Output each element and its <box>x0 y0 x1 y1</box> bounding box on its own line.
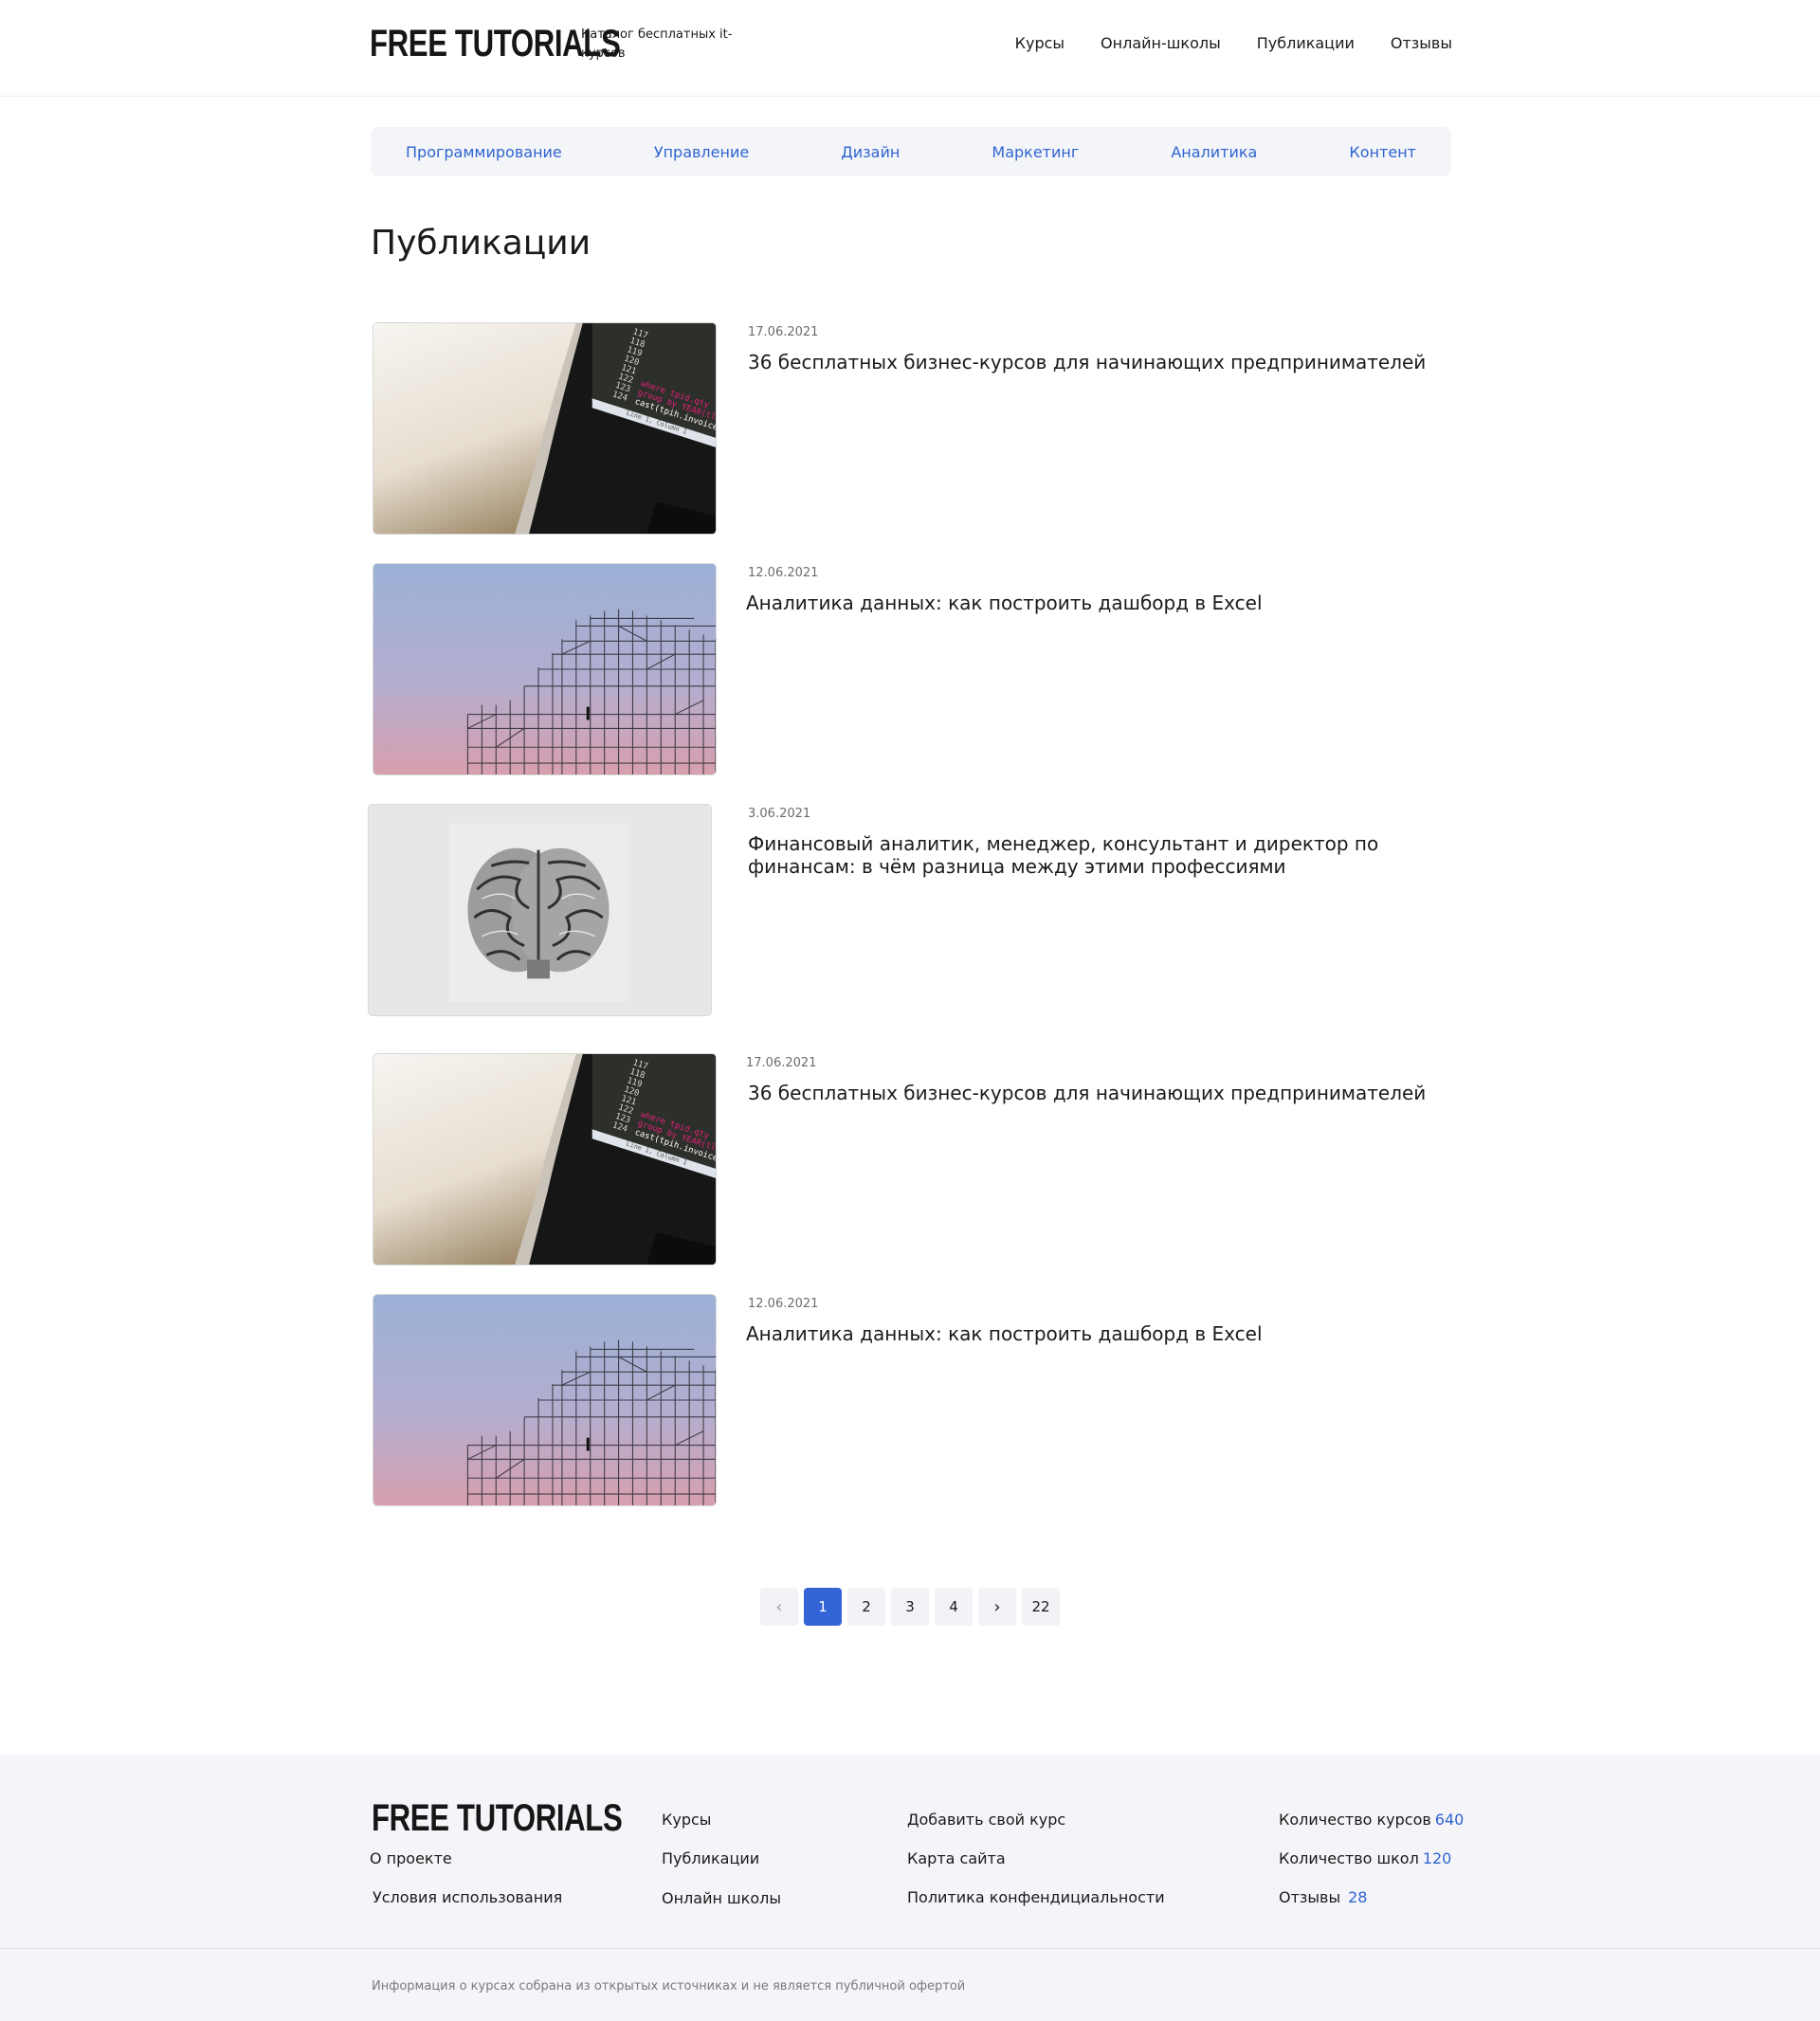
article-thumbnail-scaffolding[interactable] <box>373 563 717 775</box>
stat-label: Количество школ <box>1279 1849 1419 1867</box>
article-title[interactable]: Аналитика данных: как построить дашборд … <box>746 592 1429 614</box>
article-date: 12.06.2021 <box>748 1297 819 1311</box>
site-footer: FREE TUTORIALS О проекте Условия использ… <box>0 1755 1820 2021</box>
article-item: 117 118 119 120 121 122 123 124 where tp… <box>371 1053 1451 1267</box>
page-button-1[interactable]: 1 <box>804 1588 842 1626</box>
site-tagline: Каталог бесплатных it-курсов <box>581 27 733 61</box>
article-thumbnail-scaffolding[interactable] <box>373 1294 717 1506</box>
nav-publications[interactable]: Публикации <box>1257 34 1355 52</box>
article-thumbnail-brain[interactable] <box>368 804 712 1016</box>
chevron-left-icon[interactable]: ‹ <box>760 1588 798 1626</box>
footer-link-sitemap[interactable]: Карта сайта <box>907 1849 1006 1867</box>
article-title[interactable]: Аналитика данных: как построить дашборд … <box>746 1322 1429 1345</box>
category-bar: Программирование Управление Дизайн Марке… <box>371 127 1451 176</box>
page-button-last[interactable]: 22 <box>1022 1588 1060 1626</box>
article-item: 117 118 119 120 121 122 123 124 where tp… <box>371 322 1451 537</box>
pagination: ‹ 1 2 3 4 › 22 <box>760 1588 1060 1626</box>
site-header: FREE TUTORIALS Каталог бесплатных it-кур… <box>0 0 1820 97</box>
stat-schools-count: Количество школ 120 <box>1279 1849 1451 1867</box>
article-thumbnail-laptop-code[interactable]: 117 118 119 120 121 122 123 124 where tp… <box>373 322 717 535</box>
nav-courses[interactable]: Курсы <box>1015 34 1065 52</box>
category-management[interactable]: Управление <box>654 143 749 161</box>
footer-link-online-schools[interactable]: Онлайн школы <box>662 1889 781 1907</box>
footer-link-about[interactable]: О проекте <box>370 1849 452 1867</box>
footer-link-privacy[interactable]: Политика конфендициальности <box>907 1888 1165 1906</box>
article-item: 3.06.2021 Финансовый аналитик, менеджер,… <box>368 804 1451 1018</box>
footer-disclaimer: Информация о курсах собрана из открытых … <box>372 1979 966 1994</box>
article-title[interactable]: 36 бесплатных бизнес-курсов для начинающ… <box>748 351 1430 373</box>
stat-value: 120 <box>1422 1849 1452 1867</box>
category-analytics[interactable]: Аналитика <box>1171 143 1257 161</box>
chevron-right-icon[interactable]: › <box>978 1588 1016 1626</box>
article-item: 12.06.2021 Аналитика данных: как построи… <box>371 1294 1451 1508</box>
category-design[interactable]: Дизайн <box>841 143 900 161</box>
footer-divider <box>0 1948 1820 1949</box>
top-nav: Курсы Онлайн-школы Публикации Отзывы <box>1015 34 1452 52</box>
page-button-4[interactable]: 4 <box>935 1588 973 1626</box>
article-date: 3.06.2021 <box>748 807 811 821</box>
page-button-3[interactable]: 3 <box>891 1588 929 1626</box>
footer-link-add-course[interactable]: Добавить свой курс <box>907 1811 1065 1829</box>
category-programming[interactable]: Программирование <box>406 143 562 161</box>
nav-reviews[interactable]: Отзывы <box>1391 34 1452 52</box>
article-title[interactable]: Финансовый аналитик, менеджер, консульта… <box>748 832 1430 878</box>
stat-label: Отзывы <box>1279 1888 1341 1906</box>
stat-reviews-count[interactable]: Отзывы 28 <box>1279 1888 1367 1906</box>
article-thumbnail-laptop-code[interactable]: 117 118 119 120 121 122 123 124 where tp… <box>373 1053 717 1265</box>
article-date: 17.06.2021 <box>748 325 819 339</box>
article-title[interactable]: 36 бесплатных бизнес-курсов для начинающ… <box>748 1082 1430 1104</box>
stat-courses-count: Количество курсов 640 <box>1279 1811 1464 1829</box>
article-date: 12.06.2021 <box>748 566 819 580</box>
stat-value: 640 <box>1434 1811 1465 1829</box>
footer-link-publications[interactable]: Публикации <box>662 1849 759 1867</box>
category-marketing[interactable]: Маркетинг <box>992 143 1079 161</box>
page-title: Публикации <box>371 224 592 263</box>
article-date: 17.06.2021 <box>746 1056 817 1070</box>
article-item: 12.06.2021 Аналитика данных: как построи… <box>371 563 1451 777</box>
footer-logo[interactable]: FREE TUTORIALS <box>372 1797 623 1840</box>
footer-link-courses[interactable]: Курсы <box>662 1811 711 1829</box>
page-button-2[interactable]: 2 <box>847 1588 885 1626</box>
nav-online-schools[interactable]: Онлайн-школы <box>1101 34 1221 52</box>
footer-link-terms[interactable]: Условия использования <box>373 1888 562 1906</box>
category-content[interactable]: Контент <box>1349 143 1416 161</box>
stat-label: Количество курсов <box>1279 1811 1431 1829</box>
stat-value: 28 <box>1348 1888 1368 1906</box>
